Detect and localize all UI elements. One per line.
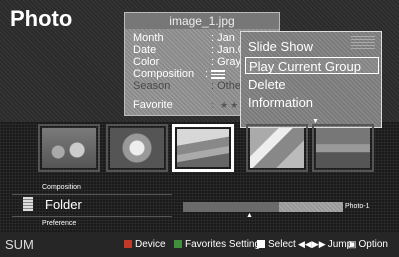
thumbnail-image xyxy=(42,128,96,168)
thumbnail-5[interactable] xyxy=(312,124,374,172)
tools-popup-menu: Slide Show Play Current Group Delete Inf… xyxy=(240,31,382,128)
legend-option[interactable]: ▣ Option xyxy=(348,239,388,250)
info-value: : xyxy=(205,68,209,80)
group-name: Photo-1 xyxy=(345,203,370,210)
legend-device[interactable]: Device xyxy=(124,239,166,250)
menu-item-information[interactable]: Information xyxy=(245,94,379,111)
progress-caret-icon: ▲ xyxy=(246,212,253,219)
preference-label: Preference xyxy=(42,220,77,227)
info-filename: image_1.jpg xyxy=(125,13,279,29)
legend-option-label: Option xyxy=(358,239,388,250)
group-progress-bar[interactable] xyxy=(183,202,343,212)
legend-device-label: Device xyxy=(135,239,166,250)
menu-item-play-current-group[interactable]: Play Current Group xyxy=(245,57,379,74)
folder-icon xyxy=(23,197,33,211)
menu-item-delete[interactable]: Delete xyxy=(245,76,379,93)
thumbnail-image xyxy=(110,128,164,168)
sum-label: SUM xyxy=(5,237,34,252)
legend-favorites-setting[interactable]: Favorites Setting xyxy=(174,239,260,250)
enter-button-icon xyxy=(257,240,265,248)
composition-label: Composition xyxy=(42,184,81,191)
info-key: Favorite xyxy=(133,99,173,111)
legend-select-label: Select xyxy=(268,239,296,250)
thumbnail-image xyxy=(177,129,229,167)
info-key: Composition xyxy=(133,68,195,80)
info-key: Month xyxy=(133,32,164,44)
composition-icon xyxy=(211,70,225,79)
skip-buttons-icon: ◀◀▶▶ xyxy=(298,239,326,249)
info-value: : Jan xyxy=(211,32,235,44)
thumbnail-image xyxy=(250,128,304,168)
legend-select[interactable]: Select xyxy=(257,239,296,250)
red-button-icon xyxy=(124,240,132,248)
thumbnail-2[interactable] xyxy=(106,124,168,172)
thumbnail-1[interactable] xyxy=(38,124,100,172)
thumbnail-3-selected[interactable] xyxy=(172,124,234,172)
info-value: : Gray xyxy=(211,56,241,68)
legend-jump[interactable]: ◀◀▶▶ Jump xyxy=(298,239,352,250)
divider-bottom xyxy=(12,216,172,217)
green-button-icon xyxy=(174,240,182,248)
tools-button-icon: ▣ xyxy=(348,239,357,249)
menu-item-slide-show[interactable]: Slide Show xyxy=(245,38,379,55)
legend-favorites-label: Favorites Setting xyxy=(185,239,261,250)
progress-fill xyxy=(183,202,279,212)
divider-top xyxy=(12,194,172,195)
info-key: Color xyxy=(133,56,160,68)
tv-screen: Photo image_1.jpg Month : Jan Date : Jan… xyxy=(0,0,399,257)
info-key: Season xyxy=(133,80,171,92)
thumbnail-4[interactable] xyxy=(246,124,308,172)
page-title: Photo xyxy=(10,6,73,31)
info-key: Date xyxy=(133,44,157,56)
category-label[interactable]: Folder xyxy=(45,197,82,212)
thumbnail-image xyxy=(316,128,370,168)
